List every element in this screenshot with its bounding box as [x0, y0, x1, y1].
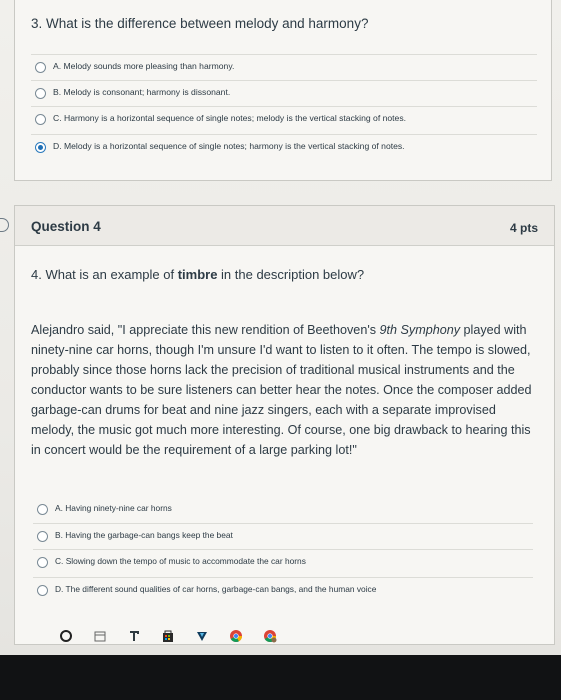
vpn-icon[interactable] [194, 628, 210, 644]
answer-option-selected[interactable]: D. Melody is a horizontal sequence of si… [31, 134, 537, 160]
passage-part: played with ninety-nine car horns, thoug… [31, 323, 532, 457]
answer-label: D. The different sound qualities of car … [55, 584, 377, 594]
answer-label: B. Melody is consonant; harmony is disso… [53, 87, 231, 97]
question-3-text: 3. What is the difference between melody… [31, 16, 369, 31]
passage-text: Alejandro said, "I appreciate this new r… [31, 320, 539, 460]
radio-button[interactable] [35, 114, 46, 125]
radio-button[interactable] [37, 557, 48, 568]
answer-option[interactable]: B. Having the garbage-can bangs keep the… [33, 523, 533, 549]
quiz-page: 3. What is the difference between melody… [0, 0, 561, 700]
answer-option[interactable]: A. Having ninety-nine car horns [33, 497, 533, 523]
answer-label: B. Having the garbage-can bangs keep the… [55, 530, 233, 540]
question-points: 4 pts [509, 221, 538, 235]
question-4-card: Question 4 4 pts 4. What is an example o… [14, 205, 555, 645]
question-header: Question 4 4 pts [15, 206, 554, 246]
circle-icon[interactable] [58, 628, 74, 644]
calendar-icon[interactable] [92, 628, 108, 644]
question-3-card: 3. What is the difference between melody… [14, 0, 552, 181]
screen-icon[interactable] [126, 628, 142, 644]
radio-button[interactable] [35, 88, 46, 99]
passage-part: Alejandro said, "I appreciate this new r… [31, 323, 380, 337]
chrome-icon[interactable] [228, 628, 244, 644]
chrome-profile-icon[interactable] [262, 628, 278, 644]
answer-label: D. Melody is a horizontal sequence of si… [53, 141, 405, 151]
radio-button-checked[interactable] [35, 142, 46, 153]
taskbar [0, 630, 561, 700]
radio-button[interactable] [37, 504, 48, 515]
taskbar-icon-strip [14, 628, 394, 654]
answer-label: C. Slowing down the tempo of music to ac… [55, 556, 306, 566]
answer-label: A. Having ninety-nine car horns [55, 503, 172, 513]
answer-option[interactable]: B. Melody is consonant; harmony is disso… [31, 80, 537, 106]
store-icon[interactable] [160, 628, 176, 644]
answer-label: A. Melody sounds more pleasing than harm… [53, 61, 235, 71]
passage-work-title: 9th Symphony [379, 323, 461, 337]
prompt-text: in the description below? [217, 267, 365, 282]
radio-button[interactable] [37, 531, 48, 542]
answer-label: C. Harmony is a horizontal sequence of s… [53, 113, 406, 123]
radio-button[interactable] [37, 585, 48, 596]
answer-option[interactable]: A. Melody sounds more pleasing than harm… [31, 54, 537, 80]
prompt-keyword: timbre [177, 267, 218, 282]
answer-option[interactable]: D. The different sound qualities of car … [33, 577, 533, 603]
collapse-arrow-icon[interactable] [0, 218, 9, 232]
answer-option[interactable]: C. Slowing down the tempo of music to ac… [33, 549, 533, 575]
question-4-prompt: 4. What is an example of timbre in the d… [31, 267, 364, 282]
prompt-text: 4. What is an example of [31, 267, 178, 282]
radio-button[interactable] [35, 62, 46, 73]
answer-option[interactable]: C. Harmony is a horizontal sequence of s… [31, 106, 537, 132]
question-title: Question 4 [31, 219, 101, 234]
